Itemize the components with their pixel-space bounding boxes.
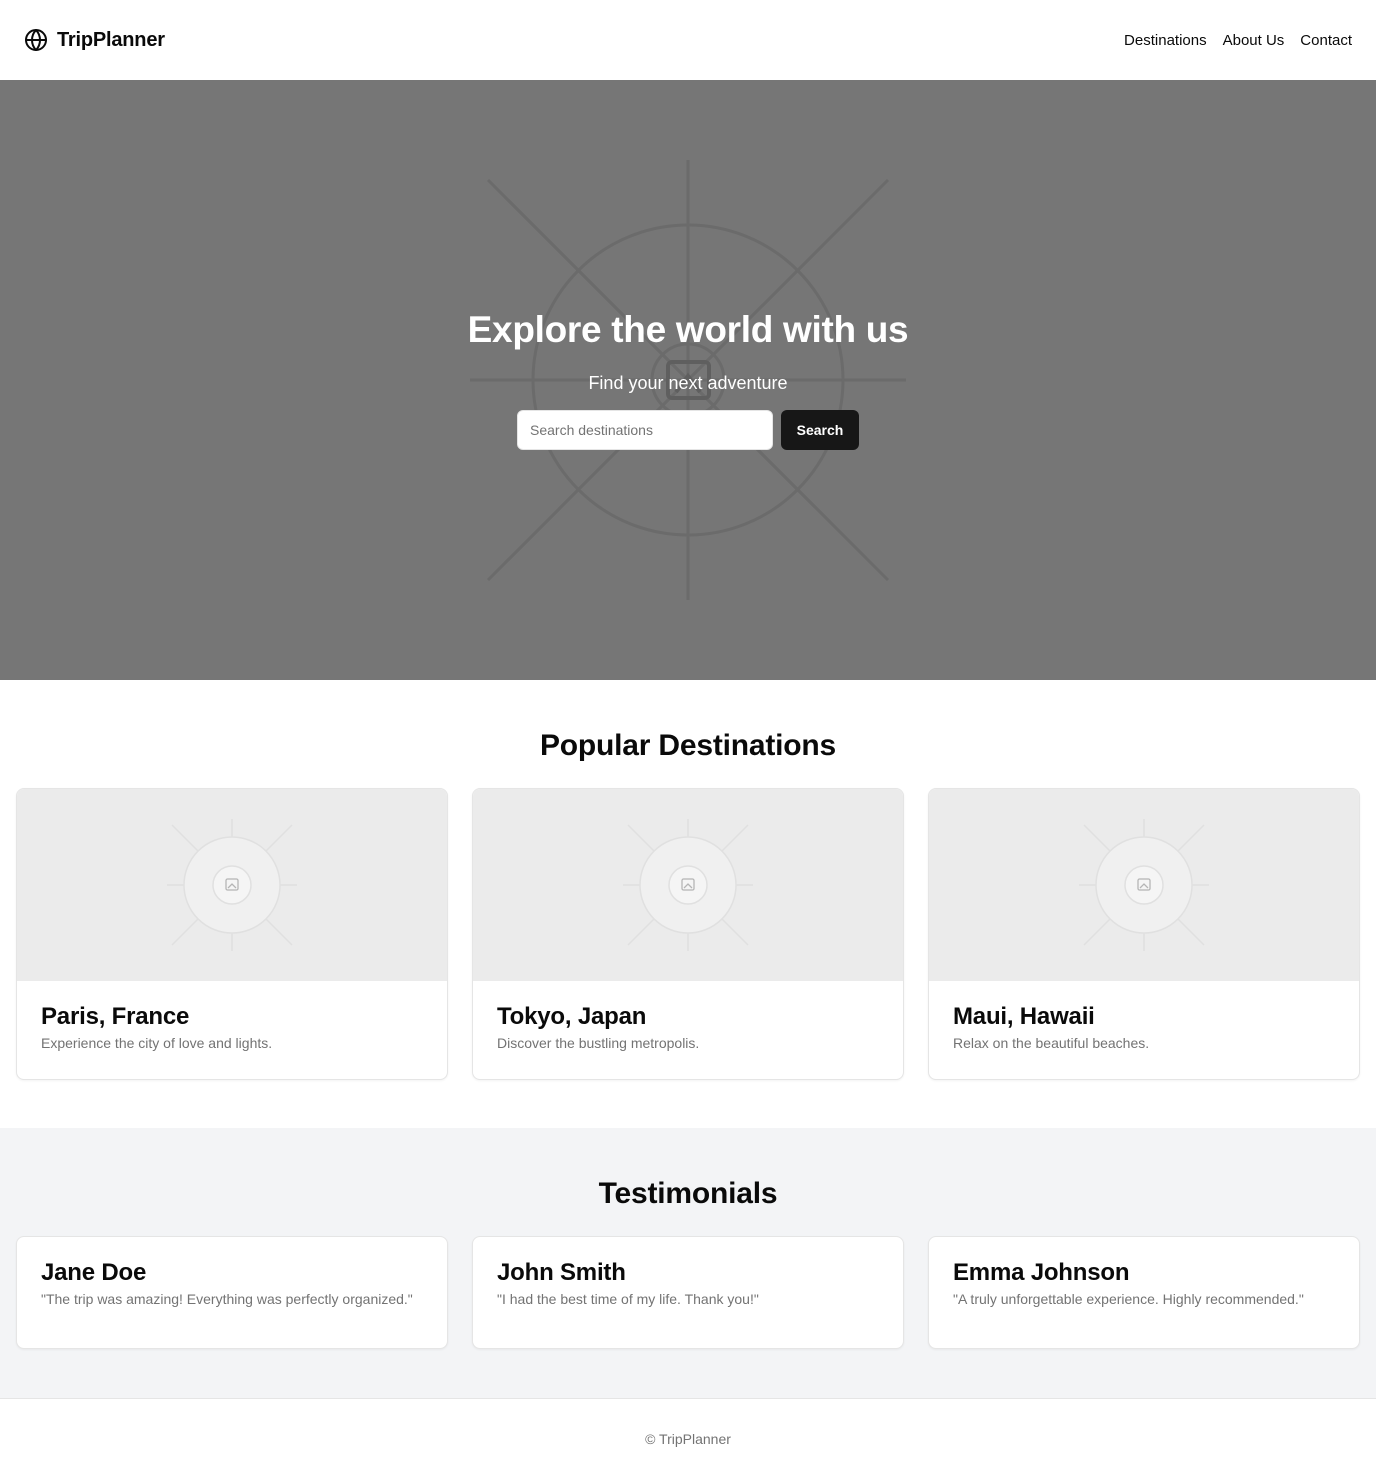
- destination-description: Discover the bustling metropolis.: [497, 1035, 700, 1051]
- nav-link-about-us[interactable]: About Us: [1223, 32, 1285, 49]
- brand-name: TripPlanner: [57, 28, 165, 51]
- footer-copyright: © TripPlanner: [645, 1430, 731, 1447]
- site-footer: © TripPlanner: [0, 1398, 1376, 1472]
- main-nav: Destinations About Us Contact: [1124, 32, 1352, 49]
- destination-card-body: Paris, France Experience the city of lov…: [17, 981, 447, 1079]
- brand[interactable]: TripPlanner: [24, 28, 165, 52]
- popular-destinations-section: Popular Destinations Paris, France Exper…: [0, 680, 1376, 1128]
- search-form: Search: [0, 410, 1376, 450]
- testimonials-section: Testimonials Jane Doe "The trip was amaz…: [0, 1128, 1376, 1398]
- search-input[interactable]: [517, 410, 773, 450]
- hero-section: Explore the world with us Find your next…: [0, 80, 1376, 680]
- destination-name: Maui, Hawaii: [953, 1003, 1095, 1030]
- testimonial-card: Jane Doe "The trip was amazing! Everythi…: [16, 1236, 448, 1349]
- testimonial-quote: "A truly unforgettable experience. Highl…: [953, 1291, 1304, 1307]
- destination-card-maui[interactable]: Maui, Hawaii Relax on the beautiful beac…: [928, 788, 1360, 1080]
- section-title-destinations: Popular Destinations: [539, 729, 837, 762]
- testimonial-quote: "I had the best time of my life. Thank y…: [497, 1291, 759, 1307]
- nav-link-contact[interactable]: Contact: [1300, 32, 1352, 49]
- destination-card-tokyo[interactable]: Tokyo, Japan Discover the bustling metro…: [472, 788, 904, 1080]
- destination-image: [473, 789, 903, 981]
- hero-subtitle: Find your next adventure: [588, 373, 788, 393]
- globe-icon: [25, 29, 47, 51]
- testimonial-name: Emma Johnson: [953, 1259, 1130, 1286]
- destination-name: Tokyo, Japan: [497, 1003, 647, 1030]
- destination-image: [929, 789, 1359, 981]
- destination-description: Relax on the beautiful beaches.: [953, 1035, 1150, 1051]
- destination-cards: Paris, France Experience the city of lov…: [16, 788, 1360, 1080]
- testimonial-card: John Smith "I had the best time of my li…: [472, 1236, 904, 1349]
- hero-title: Explore the world with us: [467, 309, 909, 350]
- image-placeholder-icon: [1079, 819, 1209, 951]
- destination-card-body: Maui, Hawaii Relax on the beautiful beac…: [929, 981, 1359, 1079]
- destination-card-paris[interactable]: Paris, France Experience the city of lov…: [16, 788, 448, 1080]
- hero-content: Explore the world with us Find your next…: [0, 308, 1376, 450]
- site-header: TripPlanner Destinations About Us Contac…: [0, 0, 1376, 80]
- destination-description: Experience the city of love and lights.: [41, 1035, 273, 1051]
- testimonial-name: Jane Doe: [41, 1259, 147, 1286]
- testimonial-cards: Jane Doe "The trip was amazing! Everythi…: [16, 1236, 1360, 1349]
- nav-link-destinations[interactable]: Destinations: [1124, 32, 1207, 49]
- image-placeholder-icon: [167, 819, 297, 951]
- destination-name: Paris, France: [41, 1003, 190, 1030]
- destination-image: [17, 789, 447, 981]
- search-button[interactable]: Search: [781, 410, 859, 450]
- section-title-testimonials: Testimonials: [598, 1177, 778, 1210]
- testimonial-name: John Smith: [497, 1259, 626, 1286]
- destination-card-body: Tokyo, Japan Discover the bustling metro…: [473, 981, 903, 1079]
- image-placeholder-icon: [623, 819, 753, 951]
- testimonial-card: Emma Johnson "A truly unforgettable expe…: [928, 1236, 1360, 1349]
- testimonial-quote: "The trip was amazing! Everything was pe…: [41, 1291, 413, 1307]
